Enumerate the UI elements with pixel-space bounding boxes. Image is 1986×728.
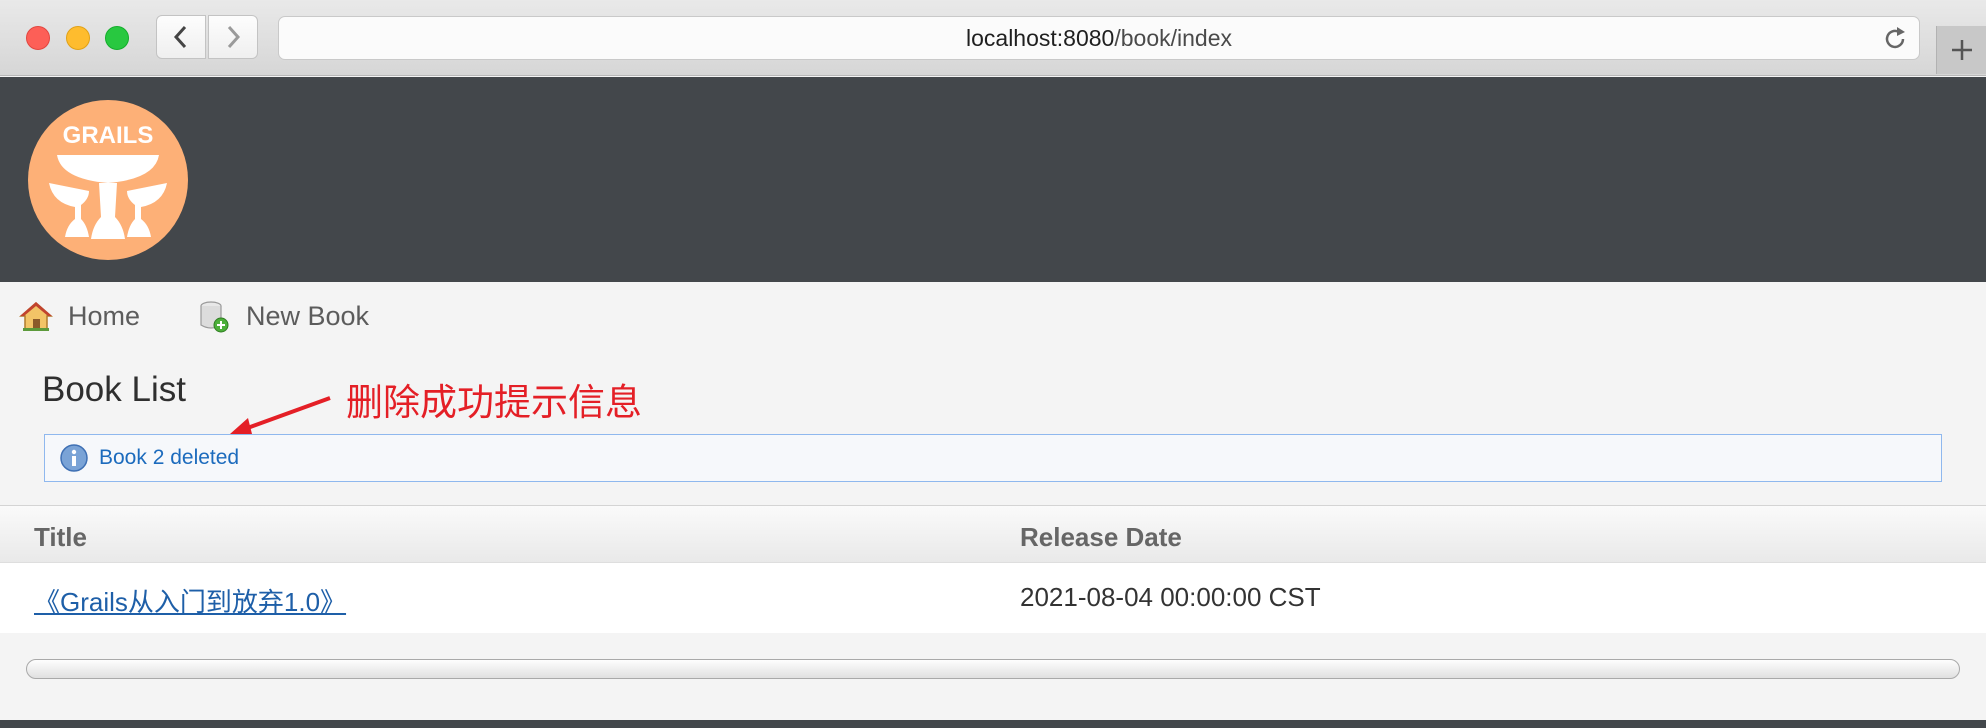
reload-button[interactable] bbox=[1881, 25, 1909, 59]
page-title: Book List bbox=[42, 370, 186, 409]
column-header-title[interactable]: Title bbox=[34, 522, 87, 553]
nav-bar: Home New Book bbox=[0, 282, 1986, 352]
table-row: 《Grails从入门到放弃1.0》 2021-08-04 00:00:00 CS… bbox=[0, 563, 1986, 633]
zoom-window-button[interactable] bbox=[105, 26, 129, 50]
back-button[interactable] bbox=[156, 15, 206, 59]
book-title-link[interactable]: 《Grails从入门到放弃1.0》 bbox=[34, 582, 346, 619]
pagination-bar bbox=[26, 659, 1960, 679]
chevron-left-icon bbox=[173, 25, 187, 49]
grails-logo[interactable]: GRAILS bbox=[27, 99, 189, 261]
nav-new-book-link[interactable]: New Book bbox=[196, 298, 369, 334]
svg-text:GRAILS: GRAILS bbox=[63, 122, 154, 149]
flash-message-text: Book 2 deleted bbox=[99, 446, 240, 469]
app-header: GRAILS bbox=[0, 77, 1986, 282]
home-icon bbox=[18, 298, 54, 334]
annotation-text: 删除成功提示信息 bbox=[346, 382, 642, 423]
flash-message: Book 2 deleted bbox=[44, 434, 1942, 482]
nav-home-link[interactable]: Home bbox=[18, 298, 140, 334]
footer bbox=[0, 720, 1986, 728]
forward-button[interactable] bbox=[208, 15, 258, 59]
address-bar[interactable]: localhost:8080/book/index bbox=[278, 16, 1920, 60]
plus-icon bbox=[1951, 40, 1972, 60]
database-add-icon bbox=[196, 298, 232, 334]
annotation-arrow bbox=[230, 396, 331, 434]
table-header: Title Release Date bbox=[0, 505, 1986, 563]
column-header-release-date[interactable]: Release Date bbox=[1020, 522, 1182, 553]
url-host: localhost:8080 bbox=[966, 24, 1115, 51]
book-release-date: 2021-08-04 00:00:00 CST bbox=[1020, 582, 1321, 612]
browser-toolbar: localhost:8080/book/index bbox=[0, 0, 1986, 76]
new-tab-button[interactable] bbox=[1936, 26, 1986, 74]
reload-icon bbox=[1885, 27, 1905, 49]
info-icon bbox=[60, 444, 88, 472]
nav-new-book-label: New Book bbox=[246, 300, 370, 331]
book-table: Title Release Date 《Grails从入门到放弃1.0》 202… bbox=[0, 505, 1986, 633]
chevron-right-icon bbox=[227, 25, 241, 49]
url-path: /book/index bbox=[1114, 24, 1232, 51]
close-window-button[interactable] bbox=[26, 26, 50, 50]
nav-home-label: Home bbox=[68, 300, 141, 331]
minimize-window-button[interactable] bbox=[66, 26, 90, 50]
